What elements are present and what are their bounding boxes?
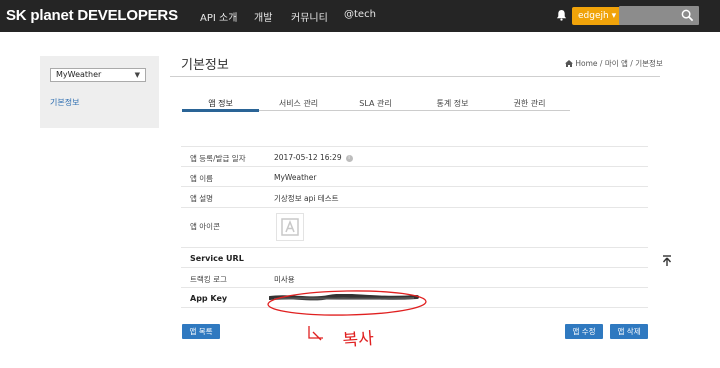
app-select-value: MyWeather <box>56 70 102 79</box>
tab-sla-management[interactable]: SLA 관리 <box>337 98 414 114</box>
row-label: 앱 이름 <box>190 174 214 183</box>
user-menu-button[interactable]: edgejh ▾ <box>572 7 623 25</box>
tab-permission-management[interactable]: 권한 관리 <box>491 98 568 114</box>
app-select-dropdown[interactable]: MyWeather ▼ <box>50 68 146 82</box>
row-label: 앱 아이콘 <box>190 222 220 231</box>
sidebar: MyWeather ▼ 기본정보 <box>40 56 159 128</box>
app-delete-button[interactable]: 앱 삭제 <box>610 324 648 339</box>
tab-bar: 앱 정보 서비스 관리 SLA 관리 통계 정보 권한 관리 <box>182 98 570 114</box>
home-icon <box>565 60 573 67</box>
nav-tech[interactable]: @tech <box>344 9 376 20</box>
app-description-value: 기상정보 api 테스트 <box>274 194 339 203</box>
registration-date: 2017-05-12 16:29 <box>274 153 342 162</box>
chevron-down-icon: ▼ <box>134 71 140 79</box>
app-info-table: 앱 등록/발급 일자 2017-05-12 16:29 i 앱 이름 MyWeat… <box>181 146 648 308</box>
row-label: App Key <box>190 294 228 303</box>
app-placeholder-icon <box>281 218 299 236</box>
tab-service-management[interactable]: 서비스 관리 <box>260 98 337 114</box>
info-icon[interactable]: i <box>345 154 353 162</box>
table-row: Service URL <box>181 248 648 268</box>
tab-statistics[interactable]: 통계 정보 <box>414 98 491 114</box>
app-icon-image <box>276 213 304 241</box>
table-row: 앱 이름 MyWeather <box>181 167 648 187</box>
row-label: 트랙킹 로그 <box>190 275 227 284</box>
title-divider <box>170 76 660 77</box>
app-key-redacted[interactable] <box>269 294 419 302</box>
bell-icon[interactable] <box>556 9 567 21</box>
nav-community[interactable]: 커뮤니티 <box>291 9 328 24</box>
row-label: Service URL <box>190 254 244 263</box>
sidebar-item-basic-info[interactable]: 기본정보 <box>50 97 79 108</box>
breadcrumb-text[interactable]: Home / 마이 앱 / 기본정보 <box>575 59 662 68</box>
search-icon[interactable] <box>681 9 694 22</box>
table-row: App Key <box>181 288 648 308</box>
row-value: 2017-05-12 16:29 i <box>274 153 353 162</box>
app-edit-button[interactable]: 앱 수정 <box>565 324 603 339</box>
table-row: 앱 아이콘 <box>181 208 648 248</box>
app-name-value: MyWeather <box>274 173 317 182</box>
table-row: 앱 설명 기상정보 api 테스트 <box>181 187 648 208</box>
row-label: 앱 등록/발급 일자 <box>190 154 246 163</box>
nav-api-intro[interactable]: API 소개 <box>200 9 237 24</box>
page-title: 기본정보 <box>181 58 229 73</box>
tab-app-info[interactable]: 앱 정보 <box>182 98 259 114</box>
top-navbar: SK planet DEVELOPERS API 소개 개발 커뮤니티 @tec… <box>0 0 720 32</box>
table-row: 앱 등록/발급 일자 2017-05-12 16:29 i <box>181 146 648 167</box>
annotation-text: 복사 <box>342 329 375 351</box>
row-label: 앱 설명 <box>190 194 214 203</box>
nav-develop[interactable]: 개발 <box>254 9 272 24</box>
tracking-log-value: 미사용 <box>274 275 295 284</box>
scroll-top-icon[interactable] <box>662 255 672 267</box>
brand-logo[interactable]: SK planet DEVELOPERS <box>6 7 178 24</box>
app-list-button[interactable]: 앱 목록 <box>182 324 220 339</box>
breadcrumb: Home / 마이 앱 / 기본정보 <box>565 58 663 69</box>
table-row: 트랙킹 로그 미사용 <box>181 268 648 288</box>
user-name: edgejh <box>578 11 609 21</box>
